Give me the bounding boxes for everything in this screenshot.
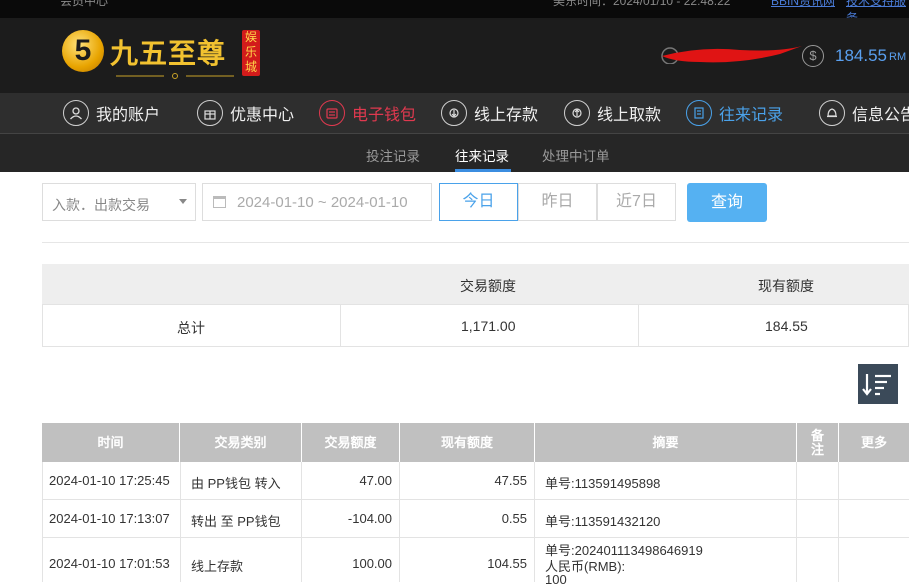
nav-label: 我的账户 (96, 107, 161, 124)
redacted-mark (661, 46, 802, 64)
top-strip: 会员中心 美东时间：2024/01/10 - 22:48:22 BBIN资讯网 … (0, 0, 909, 25)
date-range-value: 2024-01-10 ~ 2024-01-10 (237, 194, 408, 211)
summary-total-balance: 184.55 (765, 318, 808, 334)
logo-ornament (116, 73, 234, 79)
subtab-bet-records[interactable]: 投注记录 (366, 145, 420, 165)
table-row: 2024-01-10 17:01:53 线上存款 100.00 104.55 单… (42, 538, 909, 588)
user-icon (63, 100, 89, 126)
wallet-icon (319, 100, 345, 126)
withdraw-icon (564, 100, 590, 126)
cell-type: 由 PP钱包 转入 (191, 476, 281, 491)
col-header-balance: 现有额度 (400, 423, 535, 462)
summary-total-row: 总计 1,171.00 184.55 (42, 304, 909, 347)
logo-emblem[interactable]: 5 (62, 30, 104, 72)
col-header-more: 更多 (839, 423, 909, 462)
dollar-icon: $ (802, 45, 824, 67)
sort-icon[interactable] (858, 364, 898, 404)
eastern-time-text: 美东时间：2024/01/10 - 22:48:22 (553, 0, 731, 8)
nav-my-account[interactable]: 我的账户 (63, 93, 160, 133)
logo-tag: 娱乐城 (242, 30, 260, 76)
last-7-days-button[interactable]: 近7日 (597, 183, 676, 221)
col-header-type: 交易类别 (180, 423, 302, 462)
yesterday-button[interactable]: 昨日 (518, 183, 597, 221)
nav-label: 优惠中心 (230, 107, 295, 124)
site-header: 5 九五至尊 娱乐城 $ 184.55 RM (0, 18, 909, 93)
cell-type: 转出 至 PP钱包 (191, 514, 281, 529)
nav-e-wallet[interactable]: 电子钱包 (319, 93, 416, 133)
cell-balance: 104.55 (487, 556, 527, 571)
summary-header-balance: 现有额度 (758, 278, 814, 294)
transaction-type-select[interactable]: 入款．出款交易 (42, 183, 196, 221)
nav-label: 线上取款 (597, 107, 662, 124)
bbin-news-link[interactable]: BBIN资讯网 (771, 0, 835, 9)
calendar-icon (213, 196, 226, 208)
table-row: 2024-01-10 17:25:45 由 PP钱包 转入 47.00 47.5… (42, 462, 909, 500)
summary-total-amount: 1,171.00 (461, 318, 516, 334)
active-tab-underline (455, 169, 511, 172)
gift-icon (197, 100, 223, 126)
col-header-time: 时间 (42, 423, 180, 462)
balance-amount: 184.55 (835, 46, 887, 65)
member-center-text: 会员中心 (60, 0, 109, 8)
col-header-amount: 交易额度 (302, 423, 400, 462)
deposit-icon (441, 100, 467, 126)
bell-icon (819, 100, 845, 126)
nav-label: 往来记录 (719, 107, 784, 124)
col-header-remark: 备注 (797, 423, 839, 462)
divider (42, 242, 909, 243)
cell-time: 2024-01-10 17:13:07 (49, 511, 170, 526)
sub-nav: 投注记录 往来记录 处理中订单 (0, 134, 909, 172)
caret-down-icon (179, 199, 187, 204)
main-nav: 我的账户 优惠中心 电子钱包 线上存款 线上取款 往来记录 信息公告 (0, 93, 909, 134)
subtab-pending-orders[interactable]: 处理中订单 (542, 145, 610, 165)
today-button[interactable]: 今日 (439, 183, 518, 221)
summary-header-amount: 交易额度 (460, 278, 516, 294)
date-range-input[interactable]: 2024-01-10 ~ 2024-01-10 (202, 183, 432, 221)
cell-amount: 100.00 (352, 556, 392, 571)
records-icon (686, 100, 712, 126)
cell-time: 2024-01-10 17:01:53 (49, 556, 170, 571)
query-button[interactable]: 查询 (687, 183, 767, 222)
select-value: 入款．出款交易 (52, 197, 150, 213)
cell-summary: 单号:113591495898 (545, 476, 661, 491)
cell-summary-line3: 100 (545, 572, 567, 587)
logo-text[interactable]: 九五至尊 (110, 32, 226, 72)
balance-currency: RM (889, 51, 907, 63)
nav-label: 线上存款 (474, 107, 539, 124)
summary-total-label: 总计 (177, 320, 205, 336)
nav-announcements[interactable]: 信息公告 (819, 93, 909, 133)
cell-summary: 单号:113591432120 (545, 514, 661, 529)
cell-amount: -104.00 (347, 511, 392, 526)
cell-time: 2024-01-10 17:25:45 (49, 473, 170, 488)
nav-transaction-records[interactable]: 往来记录 (686, 93, 783, 133)
nav-promotions[interactable]: 优惠中心 (197, 93, 294, 133)
cell-balance: 47.55 (494, 473, 527, 488)
cell-amount: 47.00 (359, 473, 392, 488)
subtab-transaction-records[interactable]: 往来记录 (455, 145, 509, 165)
cell-type: 线上存款 (191, 559, 244, 574)
nav-online-deposit[interactable]: 线上存款 (441, 93, 538, 133)
table-row: 2024-01-10 17:13:07 转出 至 PP钱包 -104.00 0.… (42, 500, 909, 538)
nav-label: 信息公告 (852, 107, 909, 124)
nav-label: 电子钱包 (352, 107, 417, 124)
cell-balance: 0.55 (501, 511, 527, 526)
summary-header: 交易额度 现有额度 (42, 264, 909, 304)
col-header-summary: 摘要 (535, 423, 797, 462)
nav-online-withdraw[interactable]: 线上取款 (564, 93, 661, 133)
